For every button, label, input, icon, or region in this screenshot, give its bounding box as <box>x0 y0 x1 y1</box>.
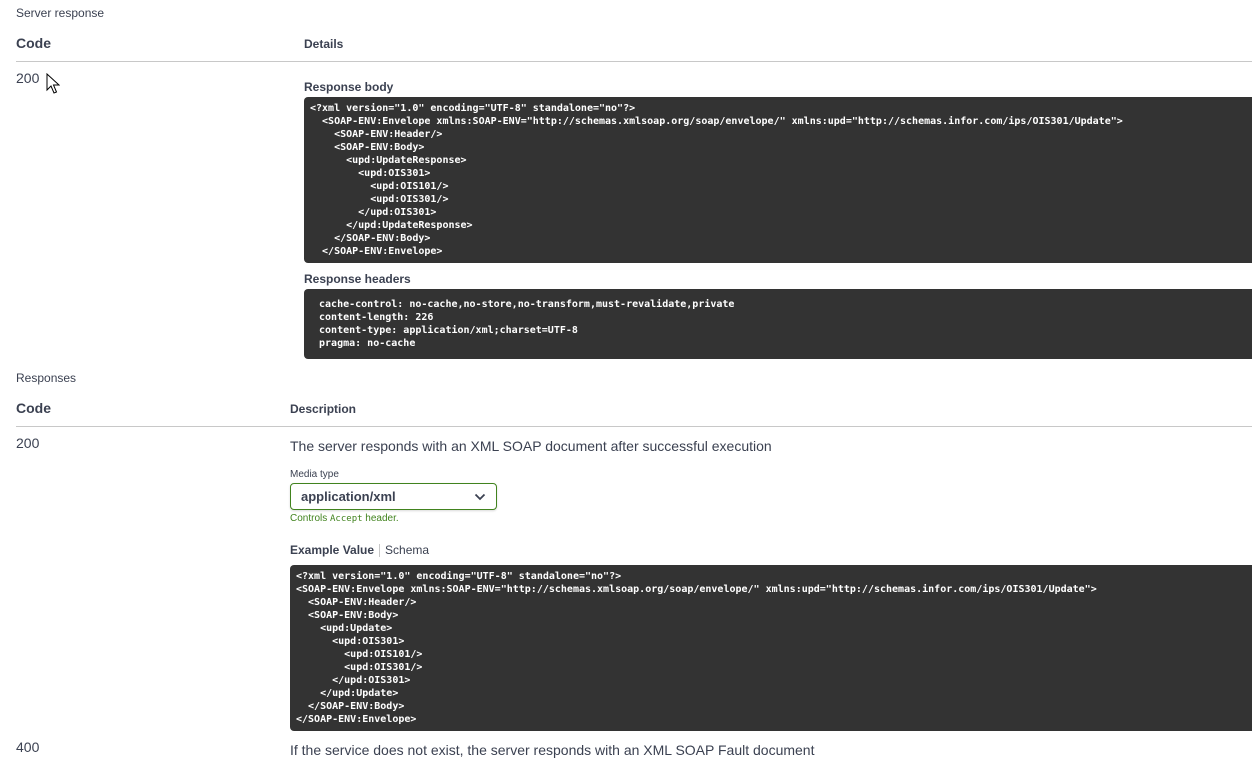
mouse-pointer-icon <box>46 73 60 94</box>
controls-code: Accept <box>330 514 363 524</box>
tab-schema[interactable]: Schema <box>385 543 429 557</box>
server-response-details-header: Details <box>304 37 344 51</box>
responses-divider <box>16 426 1252 427</box>
controls-accept-note: Controls Accept header. <box>290 513 399 524</box>
response-body-label: Response body <box>304 80 394 94</box>
server-response-code: 200 <box>16 70 40 86</box>
response-400-code: 400 <box>16 739 40 755</box>
media-type-label: Media type <box>290 469 339 480</box>
response-200-code: 200 <box>16 435 40 451</box>
response-body-code[interactable]: <?xml version="1.0" encoding="UTF-8" sta… <box>304 97 1252 263</box>
server-response-code-header: Code <box>16 35 51 51</box>
responses-code-header: Code <box>16 400 51 416</box>
media-type-value: application/xml <box>301 489 396 504</box>
chevron-down-icon <box>474 493 486 500</box>
server-response-title: Server response <box>16 6 105 20</box>
example-schema-tabs: Example Value Schema <box>290 543 429 557</box>
example-value-code[interactable]: <?xml version="1.0" encoding="UTF-8" sta… <box>290 565 1252 731</box>
controls-prefix: Controls <box>290 513 331 524</box>
response-headers-code[interactable]: cache-control: no-cache,no-store,no-tran… <box>304 289 1252 359</box>
controls-suffix: header. <box>362 513 399 524</box>
response-200-description: The server responds with an XML SOAP doc… <box>290 438 772 454</box>
responses-description-header: Description <box>290 402 357 416</box>
tab-separator <box>379 543 381 557</box>
response-headers-label: Response headers <box>304 272 411 286</box>
responses-title: Responses <box>16 371 77 385</box>
media-type-select[interactable]: application/xml <box>290 483 497 510</box>
tab-example-value[interactable]: Example Value <box>290 543 374 557</box>
server-response-divider <box>16 61 1252 62</box>
response-400-description: If the service does not exist, the serve… <box>290 742 815 758</box>
